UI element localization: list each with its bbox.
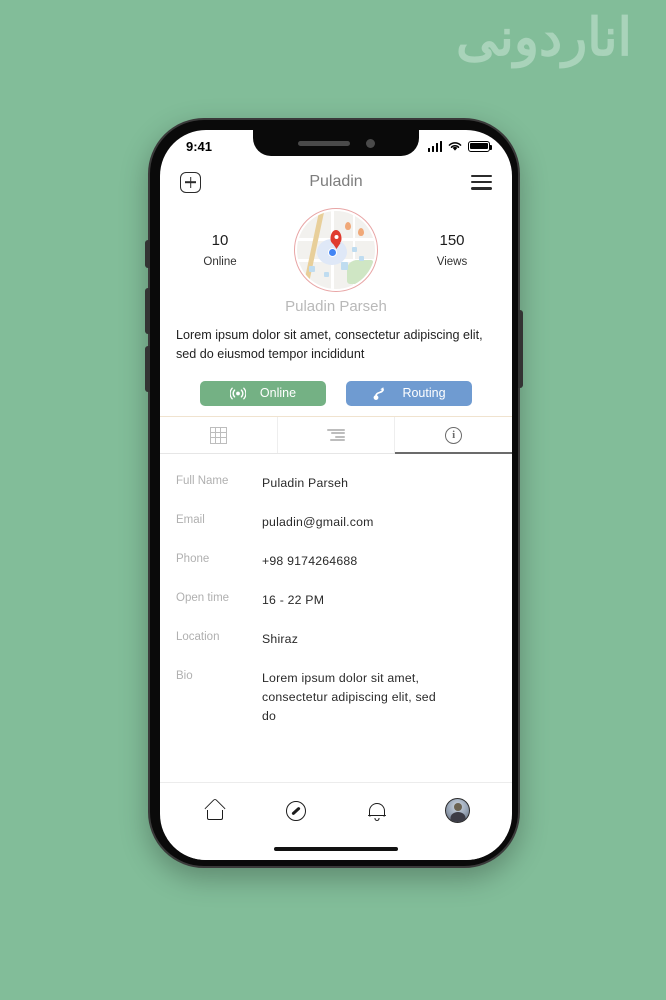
nav-item-explore[interactable] [274,796,318,826]
wifi-icon [448,142,462,151]
detail-value: Shiraz [262,632,299,647]
detail-row-location: Location Shiraz [160,620,512,659]
battery-full-icon [468,140,493,152]
detail-label: Location [176,631,220,644]
stat-online[interactable]: 10 Online [188,232,252,268]
power-button[interactable] [518,310,523,388]
volume-down-button[interactable] [145,346,150,392]
silent-switch-button[interactable] [145,240,150,268]
detail-row-bio: Bio Lorem ipsum dolor sit amet, consecte… [160,659,512,736]
app-header: Puladin [160,162,512,202]
info-circle-icon: i [445,426,463,444]
cellular-bars-icon [427,140,442,152]
status-bar-time: 9:41 [186,138,213,154]
grid-icon [209,426,227,444]
compass-icon [285,800,306,821]
detail-value: Puladin Parseh [262,476,349,490]
detail-value[interactable]: +98 9174264688 [262,552,494,571]
map-location-pin-icon [330,230,342,246]
detail-label: Bio [176,670,193,683]
details-list: Full Name Puladin Parseh Email puladin@g… [160,454,512,782]
map-thumbnail-avatar[interactable] [294,208,378,292]
stat-online-value: 10 [211,232,229,249]
detail-row-phone: Phone +98 9174264688 [160,542,512,581]
map-thumbnail-image [297,211,375,289]
detail-value: 16 - 22 PM [262,593,325,608]
stat-views-label: Views [436,256,468,268]
detail-label: Email [176,514,205,527]
phone-frame: 9:41 Puladin 10 Online 150 Views Puladin… [145,118,523,868]
bottom-navigation-bar [160,782,512,838]
detail-row-email: Email puladin@gmail.com [160,503,512,542]
detail-value[interactable]: puladin@gmail.com [262,513,494,532]
routing-button-label: Routing [402,386,446,400]
detail-value: Lorem ipsum dolor sit amet, consectetur … [262,671,436,724]
hamburger-menu-icon[interactable] [471,174,492,190]
online-button[interactable]: Online [200,380,326,406]
content-tabs: i [160,416,512,454]
stat-views[interactable]: 150 Views [420,232,484,268]
notch [253,130,419,156]
profile-description: Lorem ipsum dolor sit amet, consectetur … [176,328,483,361]
tab-info[interactable]: i [394,417,512,454]
routing-button[interactable]: Routing [346,380,472,406]
phone-screen: 9:41 Puladin 10 Online 150 Views Puladin… [160,130,512,860]
home-indicator-area [160,838,512,860]
nav-item-home[interactable] [193,796,237,826]
page-title: Puladin [309,173,363,190]
profile-name: Puladin Parseh [285,298,387,315]
brand-watermark: اناردونی [456,9,632,67]
detail-label: Full Name [176,475,229,487]
home-indicator[interactable] [274,846,398,852]
route-icon [374,386,385,400]
user-avatar-icon [445,798,470,823]
status-bar-indicators [427,140,493,152]
stat-views-value: 150 [439,232,465,249]
home-icon [205,801,225,820]
online-button-label: Online [259,386,297,400]
nav-item-notifications[interactable] [355,796,399,826]
plus-square-icon[interactable] [180,171,201,193]
profile-stats-row: 10 Online 150 Views [160,202,512,298]
detail-label: Phone [176,553,210,566]
action-buttons-row: Online Routing [160,370,512,416]
tab-list[interactable] [276,417,395,453]
tab-grid[interactable] [160,417,277,453]
detail-label: Open time [176,592,230,605]
front-camera-icon [365,138,375,148]
volume-up-button[interactable] [145,288,150,334]
nav-item-profile[interactable] [436,796,480,826]
bell-icon [367,801,386,821]
detail-row-open-time: Open time 16 - 22 PM [160,581,512,620]
list-lines-icon [327,428,345,442]
stat-online-label: Online [203,256,237,268]
detail-row-full-name: Full Name Puladin Parseh [160,464,512,503]
broadcast-icon [229,387,246,399]
earpiece-speaker-icon [297,140,350,146]
